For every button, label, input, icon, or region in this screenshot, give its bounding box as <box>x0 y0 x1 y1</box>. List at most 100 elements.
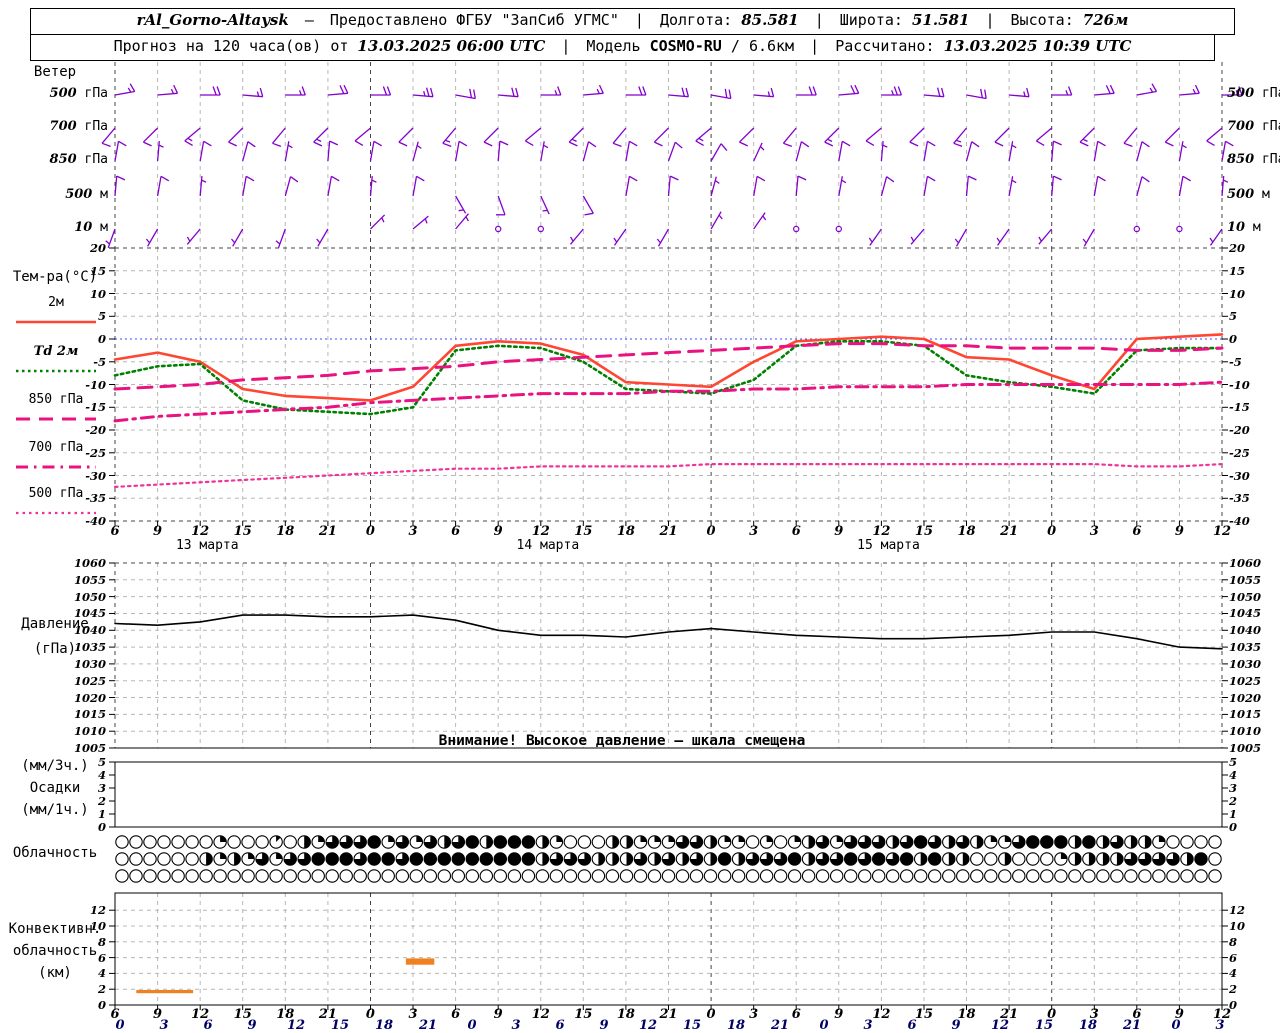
cloud-cover-fill <box>542 853 548 865</box>
barb-staff <box>626 141 630 161</box>
barb-staff <box>243 95 263 97</box>
cloud-cover-circle <box>774 836 786 848</box>
cloud-cover-circle <box>592 870 604 882</box>
cloud-cover-circle <box>284 870 296 882</box>
barb-feather <box>725 89 727 98</box>
barb-staff <box>569 128 583 142</box>
cloud-cover-circle <box>648 870 660 882</box>
barb-half-feather <box>597 89 599 94</box>
barb-staff <box>995 128 1009 142</box>
model-name: COSMO-RU <box>650 37 722 55</box>
barb-half-feather <box>763 216 766 220</box>
cloud-cover-fill <box>318 836 324 842</box>
barb-feather <box>1053 176 1061 180</box>
barb-half-feather <box>1236 90 1238 95</box>
barb-half-feather <box>425 219 427 224</box>
cloud-cover-circle <box>1139 870 1151 882</box>
cloud-cover-circle <box>368 870 380 882</box>
barb-feather <box>757 176 765 181</box>
barb-staff <box>525 128 540 141</box>
cloud-cover-fill <box>739 853 745 865</box>
barb-feather <box>1036 141 1044 146</box>
barb-feather <box>851 85 855 93</box>
barb-feather <box>898 87 901 96</box>
barb-staff <box>754 176 757 196</box>
cloud-row-1 <box>116 836 1221 848</box>
cloud-cover-circle <box>186 853 198 865</box>
barb-feather <box>470 89 472 98</box>
barb-feather <box>842 141 850 146</box>
cloud-cover-circle <box>1013 870 1025 882</box>
cloud-cover-circle <box>1195 870 1207 882</box>
cloud-cover-circle <box>438 870 450 882</box>
barb-staff <box>148 229 158 246</box>
cloud-cover-fill <box>1159 836 1165 842</box>
cloud-cover-circle <box>200 870 212 882</box>
barb-feather <box>1098 176 1106 181</box>
cloud-cover-circle <box>564 836 576 848</box>
cloud-cover-circle <box>802 870 814 882</box>
barb-feather <box>516 88 518 97</box>
pressure-label: Давление <box>2 616 108 632</box>
cloud-cover-circle <box>1055 870 1067 882</box>
cloud-cover-fill <box>809 836 815 848</box>
barb-staff <box>1039 229 1052 244</box>
barb-feather <box>686 88 688 97</box>
cloud-cover-circle <box>228 870 240 882</box>
barb-half-feather <box>372 180 377 182</box>
cloud-cover-fill <box>921 853 927 865</box>
barb-feather <box>330 141 338 145</box>
latitude-label: Широта: <box>840 11 903 29</box>
barb-staff <box>413 95 433 97</box>
barb-feather <box>1053 141 1061 145</box>
cloud-cover-circle <box>116 870 128 882</box>
cloud-cover-fill <box>837 836 843 842</box>
barb-staff <box>484 128 498 142</box>
wind-barbs-row-2 <box>102 128 1222 146</box>
barb-staff <box>796 176 798 196</box>
barb-staff <box>115 176 117 196</box>
barb-feather <box>613 143 621 146</box>
barb-feather <box>246 176 254 181</box>
barb-staff <box>881 177 886 196</box>
legend-line-t2m <box>8 318 104 326</box>
barb-half-feather <box>1012 180 1016 183</box>
cloud-cover-circle <box>172 853 184 865</box>
barb-staff <box>754 95 774 97</box>
legend-label-t700: 700 гПа <box>4 440 108 455</box>
barb-half-feather <box>892 90 894 95</box>
barb-feather <box>102 143 111 146</box>
cloud-cover-circle <box>522 870 534 882</box>
barb-staff <box>839 93 859 95</box>
cloud-cover-fill <box>542 836 548 848</box>
barb-feather <box>798 176 806 180</box>
barb-half-feather <box>382 218 384 223</box>
cloud-cover-circle <box>1027 853 1039 865</box>
cloud-cover-fill <box>873 853 885 865</box>
cloud-cover-circle <box>214 870 226 882</box>
cloud-cover-circle <box>901 870 913 882</box>
barb-half-feather <box>187 237 190 241</box>
barb-staff <box>371 215 385 229</box>
pressure-unit-label: (гПа) <box>2 641 108 657</box>
barb-staff <box>967 142 972 161</box>
barb-staff <box>1124 128 1137 143</box>
barb-staff <box>866 128 881 141</box>
cloud-cover-circle <box>845 870 857 882</box>
barb-staff <box>541 196 549 214</box>
barb-staff <box>711 144 721 161</box>
barb-feather <box>213 87 216 96</box>
barb-staff <box>413 142 418 161</box>
barb-half-feather <box>842 180 846 183</box>
barb-feather <box>813 87 816 96</box>
barb-feather <box>387 87 390 96</box>
cloud-cover-circle <box>242 870 254 882</box>
barb-staff <box>1094 141 1097 161</box>
barb-staff <box>200 176 202 196</box>
barb-staff <box>967 95 987 99</box>
cloud-cover-circle <box>1069 870 1081 882</box>
barb-staff <box>1179 141 1183 161</box>
barb-staff <box>1094 93 1114 95</box>
cloud-cover-circle <box>564 870 576 882</box>
barb-feather <box>340 85 344 93</box>
